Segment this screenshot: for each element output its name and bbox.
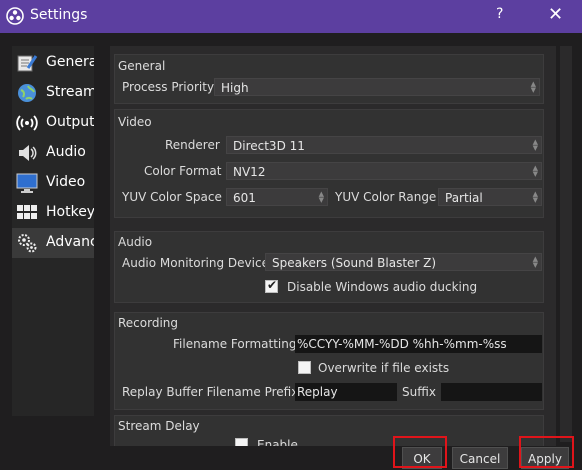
settings-sidebar: General Stream Output Audio Video <box>12 46 94 416</box>
filename-formatting-input[interactable]: %CCYY-%MM-%DD %hh-%mm-%ss <box>295 335 542 353</box>
advanced-settings-panel: General Process Priority High ▲ ▼ Video R… <box>110 46 556 446</box>
overwrite-label: Overwrite if file exists <box>318 361 450 375</box>
obs-logo-icon <box>6 7 24 25</box>
sidebar-item-general[interactable]: General <box>12 48 94 78</box>
spin-arrows-icon: ▲ ▼ <box>530 80 536 94</box>
cancel-button[interactable]: Cancel <box>452 447 508 469</box>
yuv-color-space-select[interactable]: 601 ▲ ▼ <box>226 188 328 206</box>
group-title: General <box>118 59 166 73</box>
suffix-input[interactable] <box>441 383 542 401</box>
wrench-icon <box>17 55 38 72</box>
sidebar-item-video[interactable]: Video <box>12 168 94 198</box>
disable-ducking-checkbox[interactable]: ✔ <box>265 278 278 293</box>
sidebar-item-stream[interactable]: Stream <box>12 78 94 108</box>
help-button[interactable]: ? <box>496 6 503 22</box>
disable-ducking-label: Disable Windows audio ducking <box>287 280 478 294</box>
renderer-label: Renderer <box>165 138 220 152</box>
spin-arrows-icon: ▲ ▼ <box>532 255 538 269</box>
sidebar-item-advanced[interactable]: Advanced <box>12 228 94 258</box>
audio-monitoring-select[interactable]: Speakers (Sound Blaster Z) ▲ ▼ <box>265 253 542 271</box>
video-group: Video Renderer Direct3D 11 ▲ ▼ Color Form… <box>114 109 544 218</box>
stream-delay-group: Stream Delay Enable <box>114 415 544 446</box>
filename-formatting-label: Filename Formatting <box>173 337 297 351</box>
spin-arrows-icon: ▲ ▼ <box>532 164 538 178</box>
sidebar-item-label: General <box>46 54 94 70</box>
window-title: Settings <box>30 7 88 23</box>
recording-group: Recording Filename Formatting %CCYY-%MM-… <box>114 312 544 410</box>
yuv-color-range-label: YUV Color Range <box>335 190 437 204</box>
sidebar-item-label: Video <box>46 174 86 190</box>
audio-monitoring-label: Audio Monitoring Device <box>122 256 269 270</box>
sidebar-item-label: Hotkeys <box>46 204 94 220</box>
keyboard-icon <box>17 205 37 219</box>
group-title: Stream Delay <box>118 419 200 433</box>
sidebar-item-label: Advanced <box>46 234 94 250</box>
color-format-select[interactable]: NV12 ▲ ▼ <box>226 162 542 180</box>
sidebar-item-output[interactable]: Output <box>12 108 94 138</box>
gears-icon <box>18 234 37 253</box>
sidebar-item-hotkeys[interactable]: Hotkeys <box>12 198 94 228</box>
process-priority-select[interactable]: High ▲ ▼ <box>214 78 540 96</box>
group-title: Recording <box>118 316 179 330</box>
close-button[interactable]: ✕ <box>548 4 563 25</box>
sidebar-item-audio[interactable]: Audio <box>12 138 94 168</box>
replay-prefix-input[interactable]: Replay <box>295 383 397 401</box>
spin-arrows-icon: ▲ ▼ <box>318 190 324 204</box>
spin-arrows-icon: ▲ ▼ <box>532 138 538 152</box>
globe-icon <box>18 84 36 102</box>
group-title: Video <box>118 115 152 129</box>
process-priority-label: Process Priority <box>122 80 215 94</box>
yuv-color-space-label: YUV Color Space <box>122 190 222 204</box>
ok-highlight-box <box>393 436 447 468</box>
sidebar-item-label: Stream <box>46 84 94 100</box>
overwrite-checkbox[interactable] <box>298 361 311 374</box>
audio-group: Audio Audio Monitoring Device Speakers (… <box>114 231 544 303</box>
stream-delay-enable-label: Enable <box>257 438 298 446</box>
monitor-icon <box>16 173 38 193</box>
sidebar-item-label: Audio <box>46 144 86 160</box>
apply-highlight-box <box>519 436 574 468</box>
checkmark-icon: ✔ <box>267 278 278 292</box>
sidebar-item-label: Output <box>46 114 94 130</box>
group-title: Audio <box>118 235 153 249</box>
spin-arrows-icon: ▲ ▼ <box>532 190 538 204</box>
replay-prefix-label: Replay Buffer Filename Prefix <box>122 385 299 399</box>
color-format-label: Color Format <box>144 164 222 178</box>
yuv-color-range-select[interactable]: Partial ▲ ▼ <box>438 188 542 206</box>
speaker-icon <box>19 145 37 161</box>
signal-icon <box>16 115 38 131</box>
suffix-label: Suffix <box>402 385 436 399</box>
general-group: General Process Priority High ▲ ▼ <box>114 54 544 104</box>
renderer-select[interactable]: Direct3D 11 ▲ ▼ <box>226 136 542 154</box>
content-scrollbar[interactable] <box>560 46 572 442</box>
stream-delay-enable-checkbox[interactable] <box>235 438 248 446</box>
title-bar: Settings ? ✕ <box>0 0 582 33</box>
